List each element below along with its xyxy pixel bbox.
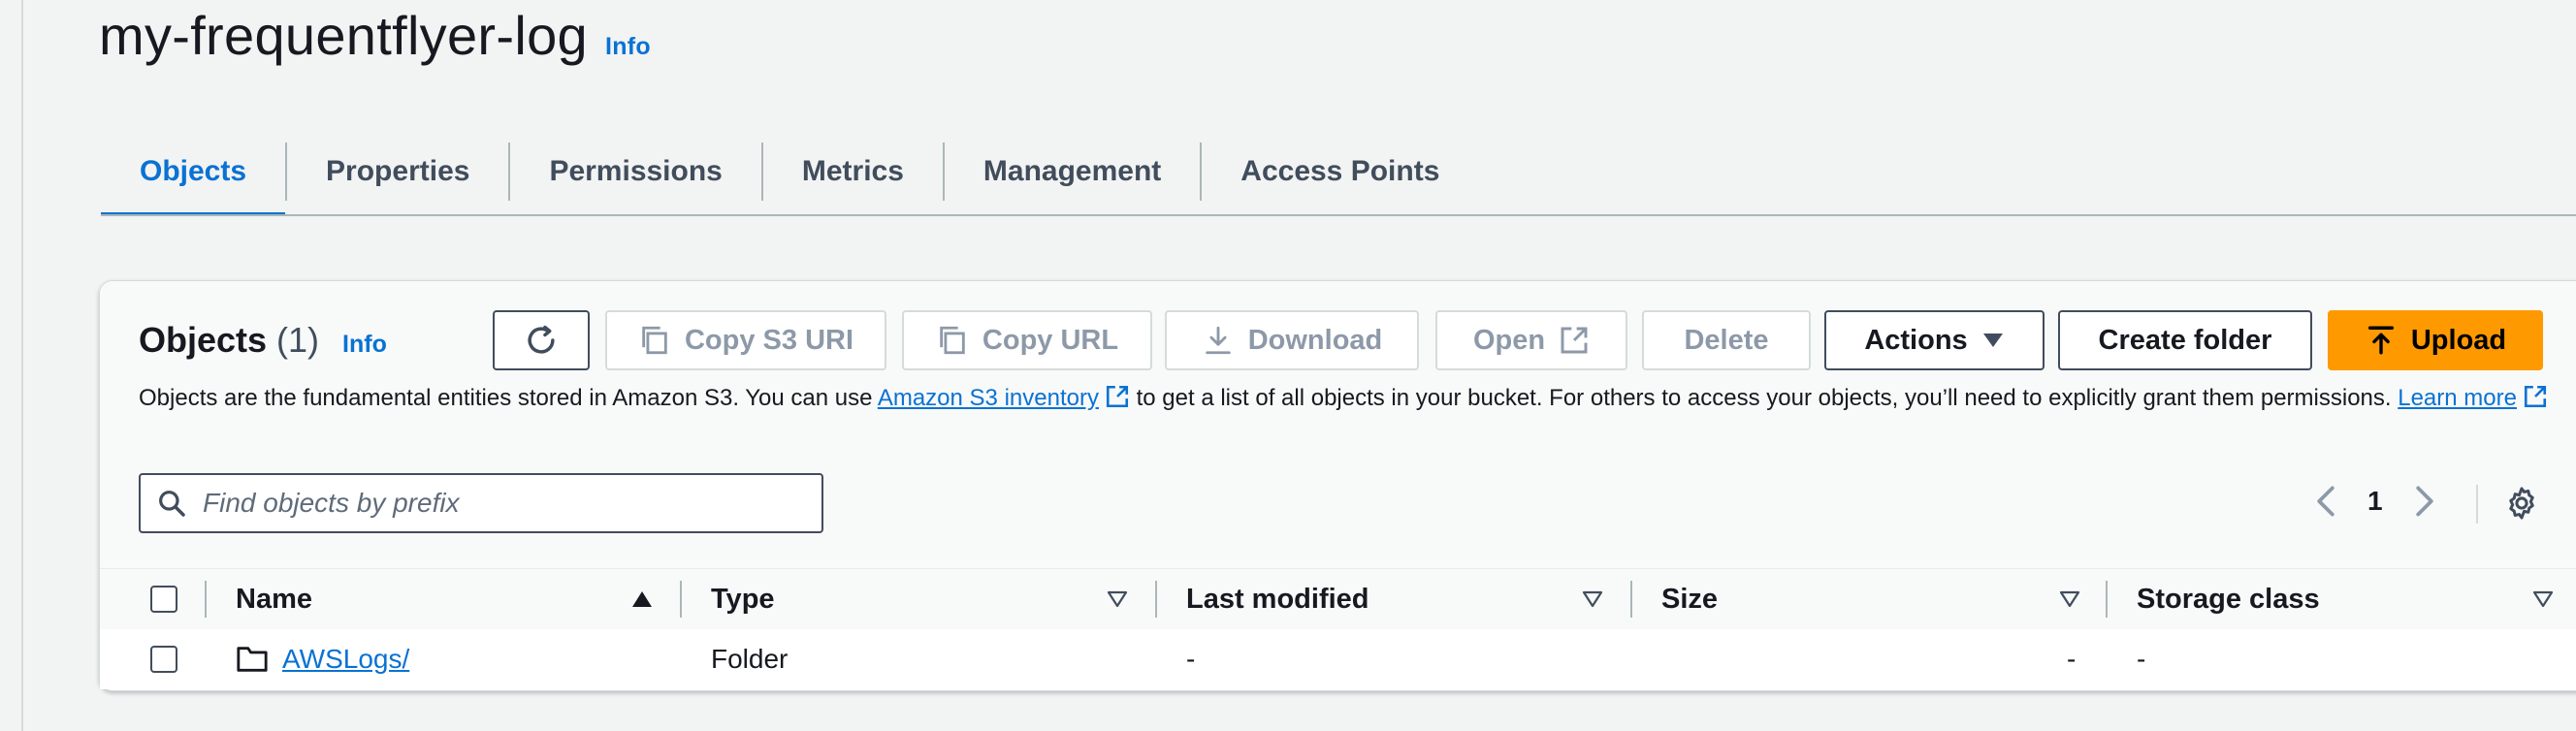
sort-icon[interactable] (2059, 590, 2080, 608)
column-header-last-modified[interactable]: Last modified (1186, 569, 1369, 629)
download-icon (1205, 326, 1231, 355)
objects-count: (1) (276, 320, 320, 360)
column-divider (1155, 581, 1157, 618)
tabs-baseline (101, 214, 2576, 216)
row-checkbox[interactable] (150, 646, 177, 673)
tab-permissions[interactable]: Permissions (510, 128, 760, 215)
objects-heading: Objects (1) Info (139, 320, 387, 361)
column-header-size[interactable]: Size (1661, 569, 1718, 629)
open-label: Open (1472, 324, 1546, 356)
name-cell: AWSLogs/ (236, 629, 409, 689)
learn-more-link-label: Learn more (2398, 385, 2517, 411)
pagination: 1 (2315, 485, 2435, 518)
column-header-type[interactable]: Type (711, 569, 775, 629)
column-divider (2106, 581, 2108, 618)
table-row: AWSLogs/ Folder - - - (100, 629, 2576, 689)
objects-table-header: Name Type Last modified Size Storage cla… (100, 568, 2576, 630)
chevron-left-icon[interactable] (2315, 485, 2336, 518)
sort-icon[interactable] (1582, 590, 1603, 608)
column-divider (205, 581, 207, 618)
column-divider (1630, 581, 1632, 618)
search-icon (159, 491, 185, 517)
search-box (139, 473, 823, 533)
learn-more-link[interactable]: Learn more (2398, 385, 2548, 411)
upload-icon (2367, 326, 2394, 355)
external-link-icon (1106, 385, 1129, 408)
copy-url-button[interactable]: Copy URL (902, 310, 1152, 370)
gear-icon (2509, 487, 2534, 520)
sort-ascending-icon[interactable] (631, 590, 653, 608)
description-text-2: to get a list of all objects in your buc… (1129, 385, 2399, 411)
search-input[interactable] (201, 487, 787, 520)
sort-icon[interactable] (2532, 590, 2554, 608)
caret-down-icon (1982, 334, 2003, 347)
column-divider (680, 581, 682, 618)
copy-url-label: Copy URL (982, 324, 1119, 356)
tab-objects[interactable]: Objects (101, 128, 286, 216)
delete-label: Delete (1684, 324, 1769, 356)
refresh-button[interactable] (493, 310, 590, 370)
objects-info-link[interactable]: Info (342, 331, 387, 359)
s3-inventory-link[interactable]: Amazon S3 inventory (878, 385, 1130, 411)
select-all-checkbox[interactable] (150, 586, 177, 613)
description-text-1: Objects are the fundamental entities sto… (139, 385, 878, 411)
type-cell: Folder (711, 644, 789, 674)
current-page-number[interactable]: 1 (2367, 486, 2383, 517)
storage-class-cell: - (2137, 644, 2146, 674)
copy-s3-uri-label: Copy S3 URI (684, 324, 854, 356)
tab-metrics[interactable]: Metrics (763, 128, 943, 215)
pager-divider (2476, 485, 2478, 524)
download-label: Download (1247, 324, 1383, 356)
create-folder-button[interactable]: Create folder (2058, 310, 2312, 370)
delete-button[interactable]: Delete (1642, 310, 1811, 370)
column-header-name[interactable]: Name (236, 569, 312, 629)
copy-s3-uri-button[interactable]: Copy S3 URI (605, 310, 886, 370)
upload-button[interactable]: Upload (2328, 310, 2543, 370)
objects-heading-title: Objects (139, 320, 268, 360)
tab-access-points[interactable]: Access Points (1202, 128, 1478, 215)
create-folder-label: Create folder (2098, 324, 2272, 356)
objects-description: Objects are the fundamental entities sto… (139, 382, 2563, 415)
external-link-icon (2524, 385, 2547, 408)
actions-dropdown-button[interactable]: Actions (1824, 310, 2045, 370)
tab-properties[interactable]: Properties (287, 128, 508, 215)
objects-panel: Objects (1) Info Copy S3 URI Copy URL Do… (99, 280, 2576, 691)
copy-icon (642, 326, 667, 355)
external-link-icon (1561, 327, 1588, 354)
table-preferences-button[interactable] (2503, 485, 2540, 526)
open-button[interactable]: Open (1435, 310, 1627, 370)
folder-link[interactable]: AWSLogs/ (282, 644, 409, 675)
last-modified-cell: - (1186, 644, 1196, 674)
s3-inventory-link-label: Amazon S3 inventory (877, 385, 1099, 411)
folder-icon (237, 647, 268, 672)
column-header-storage-class[interactable]: Storage class (2137, 569, 2320, 629)
size-cell: - (2067, 644, 2077, 674)
bucket-tabs: Objects Properties Permissions Metrics M… (101, 128, 1478, 216)
sort-icon[interactable] (1107, 590, 1128, 608)
actions-label: Actions (1864, 324, 1968, 356)
refresh-icon (528, 325, 555, 354)
page-title: my-frequentflyer-log Info (99, 4, 651, 67)
upload-label: Upload (2410, 324, 2507, 356)
left-page-border (21, 0, 23, 731)
tab-management[interactable]: Management (945, 128, 1200, 215)
bucket-name: my-frequentflyer-log (99, 5, 588, 66)
bucket-info-link[interactable]: Info (605, 33, 651, 61)
download-button[interactable]: Download (1165, 310, 1419, 370)
copy-icon (940, 326, 965, 355)
chevron-right-icon[interactable] (2414, 485, 2435, 518)
